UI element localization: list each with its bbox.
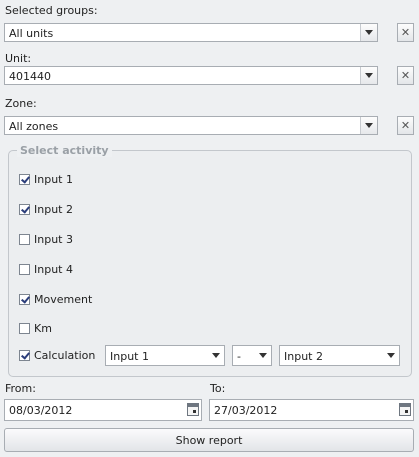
chevron-down-icon	[365, 73, 373, 78]
calc-operand2-select[interactable]: Input 2	[279, 345, 400, 366]
chevron-down-icon	[365, 123, 373, 128]
zone-value: All zones	[9, 120, 59, 133]
from-date-input[interactable]: 08/03/2012	[4, 399, 202, 421]
close-icon: ✕	[400, 69, 411, 82]
input-1-checkbox[interactable]	[19, 173, 30, 185]
calc-operator-dropdown-button[interactable]	[255, 346, 271, 365]
groups-dropdown-button[interactable]	[360, 24, 377, 41]
from-label: From:	[5, 382, 36, 395]
movement-label: Movement	[34, 292, 93, 306]
groups-clear-button[interactable]: ✕	[397, 23, 414, 42]
unit-combo[interactable]: 401440	[4, 66, 378, 85]
input-4-checkbox[interactable]	[19, 263, 30, 275]
input-3-checkbox[interactable]	[19, 233, 30, 245]
input-1-label: Input 1	[34, 172, 73, 186]
zone-dropdown-button[interactable]	[360, 117, 377, 134]
groups-value: All units	[9, 27, 54, 40]
input-3-label: Input 3	[34, 232, 73, 246]
close-icon: ✕	[400, 119, 411, 132]
activity-item-movement[interactable]: Movement	[19, 292, 92, 306]
activity-item-input-3[interactable]: Input 3	[19, 232, 73, 246]
zone-combo[interactable]: All zones	[4, 116, 378, 135]
to-date-value: 27/03/2012	[214, 404, 278, 417]
calc-operand2-dropdown-button[interactable]	[383, 346, 399, 365]
input-2-label: Input 2	[34, 202, 73, 216]
calc-operator-select[interactable]: -	[232, 345, 272, 366]
km-checkbox[interactable]	[19, 322, 30, 334]
close-icon: ✕	[400, 26, 411, 39]
activity-item-km[interactable]: Km	[19, 321, 52, 335]
calendar-icon[interactable]	[399, 403, 411, 416]
calc-operand1-value: Input 1	[110, 350, 149, 363]
activity-item-input-2[interactable]: Input 2	[19, 202, 73, 216]
chevron-down-icon	[387, 353, 395, 358]
groups-combo[interactable]: All units	[4, 23, 378, 42]
activity-panel-title: Select activity	[17, 144, 112, 157]
to-date-input[interactable]: 27/03/2012	[209, 399, 414, 421]
km-label: Km	[34, 321, 52, 335]
calc-operator-value: -	[237, 350, 241, 363]
calc-operand1-select[interactable]: Input 1	[105, 345, 225, 366]
calculation-label: Calculation	[34, 348, 96, 362]
chevron-down-icon	[259, 353, 267, 358]
zone-clear-button[interactable]: ✕	[397, 116, 414, 135]
from-date-value: 08/03/2012	[9, 404, 73, 417]
activity-item-input-4[interactable]: Input 4	[19, 262, 73, 276]
calc-operand1-dropdown-button[interactable]	[208, 346, 224, 365]
input-4-label: Input 4	[34, 262, 73, 276]
to-label: To:	[210, 382, 226, 395]
unit-dropdown-button[interactable]	[360, 67, 377, 84]
groups-label: Selected groups:	[5, 4, 98, 17]
chevron-down-icon	[212, 353, 220, 358]
calculation-checkbox[interactable]	[19, 349, 30, 361]
unit-label: Unit:	[5, 52, 32, 65]
chevron-down-icon	[365, 30, 373, 35]
calc-operand2-value: Input 2	[284, 350, 323, 363]
activity-item-input-1[interactable]: Input 1	[19, 172, 73, 186]
movement-checkbox[interactable]	[19, 293, 30, 305]
unit-value: 401440	[9, 70, 51, 83]
show-report-button[interactable]: Show report	[4, 428, 414, 452]
calendar-icon[interactable]	[187, 403, 199, 416]
input-2-checkbox[interactable]	[19, 203, 30, 215]
unit-clear-button[interactable]: ✕	[397, 66, 414, 85]
activity-item-calculation[interactable]: Calculation	[19, 348, 95, 362]
zone-label: Zone:	[5, 97, 37, 110]
